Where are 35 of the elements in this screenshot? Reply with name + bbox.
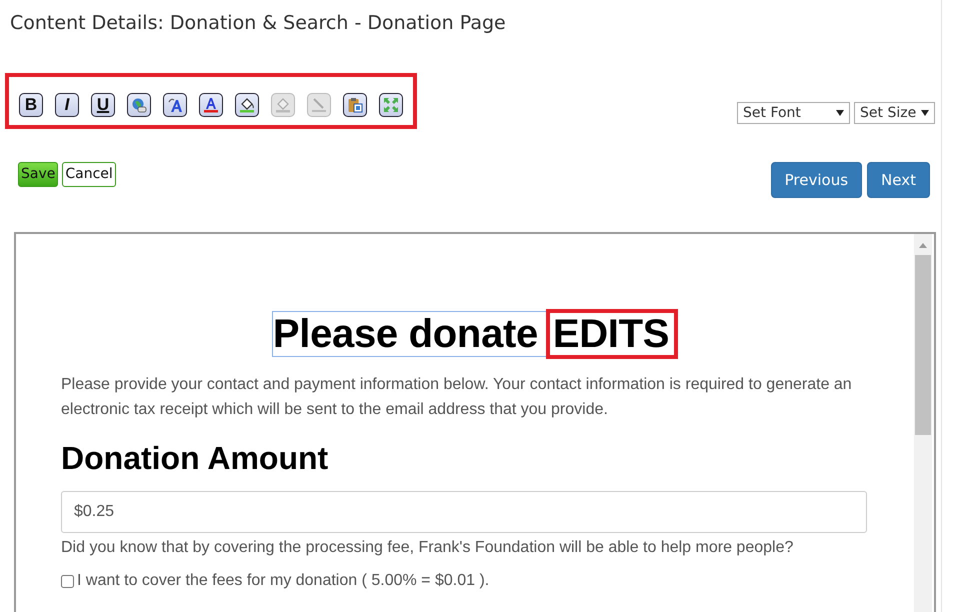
dropdown[interactable]: Set Font	[737, 102, 850, 124]
caret-icon	[921, 110, 929, 116]
globe-link-button[interactable]	[127, 93, 151, 117]
expand-button[interactable]	[379, 93, 403, 117]
paint-bucket-icon	[275, 97, 291, 113]
scrollbar-thumb[interactable]	[915, 255, 931, 435]
clipboard-icon	[347, 97, 363, 113]
page-heading: Please donate EDITS	[272, 311, 678, 357]
next-button[interactable]: Next	[867, 162, 930, 198]
page-title: Content Details: Donation & Search - Donation Page	[9, 11, 507, 36]
save-button[interactable]: Save	[18, 162, 58, 187]
italic-button[interactable]: I	[55, 93, 79, 117]
paint-bucket-icon	[239, 97, 255, 113]
checkbox[interactable]	[61, 574, 74, 588]
letter-a-arrow-icon	[167, 97, 183, 113]
scrollbar[interactable]	[914, 234, 932, 612]
amount-field[interactable]: $0.25	[61, 491, 867, 533]
letter-a-arrow-button[interactable]	[163, 93, 187, 117]
dropdown[interactable]: Set Size	[854, 102, 935, 124]
globe-link-icon	[131, 97, 147, 113]
section-heading: Donation Amount	[61, 439, 330, 477]
clipboard-button[interactable]	[343, 93, 367, 117]
previous-button[interactable]: Previous	[770, 162, 862, 198]
underline-button[interactable]: U	[91, 93, 115, 117]
expand-icon	[383, 97, 399, 113]
cancel-button[interactable]: Cancel	[62, 162, 116, 187]
caret-icon	[836, 110, 844, 116]
ruler-icon	[311, 97, 327, 113]
bold-button[interactable]: B	[19, 93, 43, 117]
font-color-icon	[203, 97, 219, 113]
checkbox-label: I want to cover the fees for my donation ( 5.00% = $0.01 ).	[77, 572, 490, 590]
font-color-button[interactable]	[199, 93, 223, 117]
fee-note: Did you know that by covering the processing fee, Frank's Foundation will be able to help more people?	[61, 538, 794, 558]
paint-bucket-button[interactable]	[235, 93, 259, 117]
intro-paragraph: Please provide your contact and payment information below. Your contact information is required to generate an electronic tax receipt which will be sent to the email address that you provide.	[61, 375, 853, 420]
